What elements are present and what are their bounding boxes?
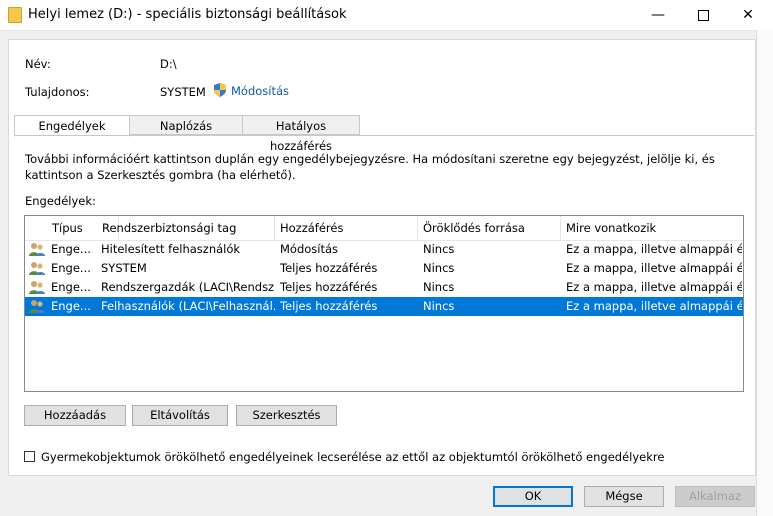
cancel-button[interactable]: Mégse (584, 486, 664, 507)
tab-panel-border (14, 135, 754, 136)
table-row-selected[interactable]: Enge... Felhasználók (LACI\Felhasznál...… (25, 297, 743, 316)
cell-inherited-from: Nincs (423, 280, 455, 294)
table-row[interactable]: Enge... Rendszergazdák (LACI\Rendsz... T… (25, 278, 743, 297)
column-header-access[interactable]: Hozzáférés (275, 216, 418, 240)
cell-inherited-from: Nincs (423, 242, 455, 256)
table-row[interactable]: Enge... SYSTEM Teljes hozzáférés Nincs E… (25, 259, 743, 278)
maximize-icon (697, 9, 709, 21)
cell-inherited-from: Nincs (423, 261, 455, 275)
maximize-button[interactable] (680, 0, 726, 30)
cell-applies-to: Ez a mappa, illetve almappái é... (566, 242, 742, 256)
user-group-icon (29, 243, 45, 256)
edit-button[interactable]: Szerkesztés (236, 405, 337, 426)
tab-auditing[interactable]: Naplózás (129, 115, 243, 135)
folder-icon (8, 7, 22, 23)
change-owner-link[interactable]: Módosítás (231, 84, 289, 98)
cell-access: Teljes hozzáférés (280, 280, 378, 294)
cell-principal: Rendszergazdák (LACI\Rendsz... (101, 280, 275, 294)
cell-type: Enge... (51, 299, 91, 313)
user-group-icon (29, 300, 45, 313)
replace-child-permissions-checkbox[interactable] (24, 451, 35, 462)
owner-value: SYSTEM (160, 85, 206, 99)
cell-access: Teljes hozzáférés (280, 299, 378, 313)
cell-inherited-from: Nincs (423, 299, 455, 313)
column-header-applies-to[interactable]: Mire vonatkozik (561, 216, 743, 240)
title-bar: Helyi lemez (D:) - speciális biztonsági … (0, 0, 773, 31)
column-header-inherited-from[interactable]: Öröklődés forrása (418, 216, 561, 240)
cell-applies-to: Ez a mappa, illetve almappái é... (566, 280, 742, 294)
cell-access: Módosítás (280, 242, 339, 256)
cell-applies-to: Ez a mappa, illetve almappái é... (566, 261, 742, 275)
cell-access: Teljes hozzáférés (280, 261, 378, 275)
cell-type: Enge... (51, 261, 91, 275)
table-row[interactable]: Enge... Hitelesített felhasználók Módosí… (25, 240, 743, 259)
cell-principal: SYSTEM (101, 261, 147, 275)
window-title: Helyi lemez (D:) - speciális biztonsági … (28, 7, 347, 22)
cell-applies-to: Ez a mappa, illetve almappái é... (566, 299, 742, 313)
cell-principal: Hitelesített felhasználók (101, 242, 241, 256)
cell-type: Enge... (51, 242, 91, 256)
background-window-edge (756, 30, 773, 516)
tab-effective-access[interactable]: Hatályos hozzáférés (242, 115, 360, 153)
owner-label: Tulajdonos: (25, 85, 90, 99)
add-button[interactable]: Hozzáadás (24, 405, 126, 426)
name-value: D:\ (160, 57, 177, 71)
remove-button[interactable]: Eltávolítás (132, 405, 228, 426)
apply-button[interactable]: Alkalmaz (675, 486, 755, 507)
close-button[interactable]: ✕ (725, 0, 771, 30)
permissions-list-label: Engedélyek: (25, 194, 96, 208)
user-group-icon (29, 262, 45, 275)
permissions-list[interactable]: Típus Rendszerbiztonsági tag Hozzáférés … (24, 215, 744, 392)
cell-principal: Felhasználók (LACI\Felhasznál... (101, 299, 275, 313)
minimize-button[interactable]: — (635, 0, 681, 30)
uac-shield-icon (214, 83, 226, 97)
column-header-principal[interactable]: Rendszerbiztonsági tag (97, 216, 275, 240)
replace-child-permissions-label: Gyermekobjektumok örökölhető engedélyein… (41, 450, 665, 464)
name-label: Név: (25, 57, 51, 71)
info-text: További információért kattintson duplán … (25, 152, 715, 182)
user-group-icon (29, 281, 45, 294)
ok-button[interactable]: OK (493, 486, 573, 507)
list-header: Típus Rendszerbiztonsági tag Hozzáférés … (25, 216, 743, 241)
tab-permissions[interactable]: Engedélyek (14, 115, 130, 137)
cell-type: Enge... (51, 280, 91, 294)
